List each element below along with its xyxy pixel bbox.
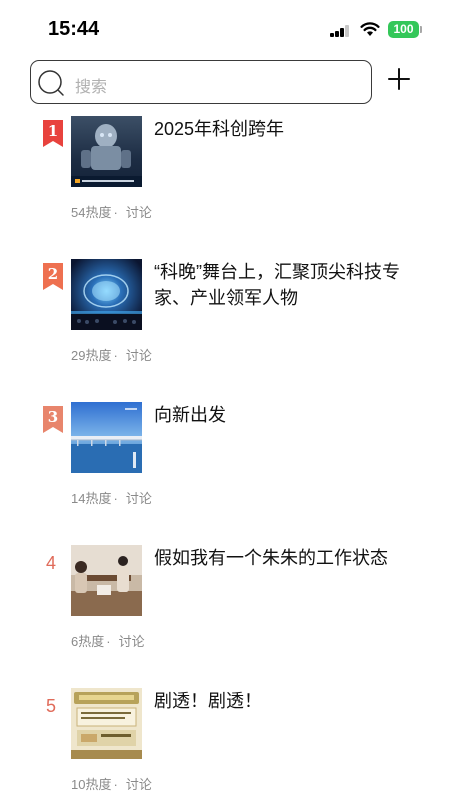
search-icon — [38, 70, 64, 96]
status-bar: 15:44 100 — [0, 0, 450, 56]
list-item[interactable]: 4 假如我有一个朱朱的工作状态 6热度 · 讨论 — [0, 545, 450, 665]
list-item[interactable]: 1 2025年科创跨年 54热度 · 讨论 — [0, 116, 450, 236]
rank-badge: 2 — [43, 263, 63, 290]
heat-count: 29热度 — [71, 348, 112, 363]
meta-separator: · — [113, 777, 118, 792]
status-time: 15:44 — [48, 18, 100, 40]
rank-badge: 1 — [43, 120, 63, 147]
topic-meta: 29热度 · 讨论 — [71, 345, 152, 364]
meta-separator: · — [113, 491, 118, 506]
rank-number: 5 — [46, 696, 57, 716]
topic-title[interactable]: 剧透！剧透！ — [154, 688, 424, 714]
meta-separator: · — [113, 205, 118, 220]
meta-separator: · — [106, 634, 111, 649]
topic-title[interactable]: 2025年科创跨年 — [154, 116, 424, 142]
thumbnail-image — [71, 545, 142, 616]
rank-number: 2 — [47, 265, 59, 283]
topic-title[interactable]: 假如我有一个朱朱的工作状态 — [154, 545, 424, 571]
list-item[interactable]: 2 “科晚”舞台上，汇聚顶尖科技专家、产业领军人物 29热度 · 讨论 — [0, 259, 450, 379]
rank-number: 3 — [47, 408, 59, 426]
discuss-link[interactable]: 讨论 — [126, 205, 152, 220]
battery-icon: 100 — [388, 21, 419, 38]
thumbnail-image — [71, 259, 142, 330]
heat-count: 10热度 — [71, 777, 112, 792]
cellular-signal-icon — [330, 25, 350, 37]
topic-meta: 54热度 · 讨论 — [71, 202, 152, 221]
discuss-link[interactable]: 讨论 — [126, 491, 152, 506]
meta-separator: · — [113, 348, 118, 363]
heat-count: 54热度 — [71, 205, 112, 220]
list-item[interactable]: 3 向新出发 14热度 · 讨论 — [0, 402, 450, 522]
discuss-link[interactable]: 讨论 — [126, 777, 152, 792]
search-input[interactable]: 搜索 — [30, 60, 372, 104]
thumbnail-image — [71, 688, 142, 759]
discuss-link[interactable]: 讨论 — [126, 348, 152, 363]
heat-count: 6热度 — [71, 634, 105, 649]
thumbnail-image — [71, 116, 142, 187]
topic-meta: 10热度 · 讨论 — [71, 774, 152, 793]
wifi-icon — [360, 22, 380, 36]
discuss-link[interactable]: 讨论 — [119, 634, 145, 649]
topic-title[interactable]: “科晚”舞台上，汇聚顶尖科技专家、产业领军人物 — [154, 259, 424, 311]
rank-badge: 3 — [43, 406, 63, 433]
search-placeholder: 搜索 — [75, 79, 108, 96]
add-button[interactable] — [383, 63, 415, 95]
topic-meta: 14热度 · 讨论 — [71, 488, 152, 507]
list-item[interactable]: 5 剧透！剧透！ 10热度 · 讨论 — [0, 688, 450, 800]
battery-cap — [420, 26, 422, 33]
rank-number: 1 — [47, 122, 59, 140]
topic-meta: 6热度 · 讨论 — [71, 631, 145, 650]
rank-number: 4 — [46, 553, 57, 573]
topic-title[interactable]: 向新出发 — [154, 402, 424, 428]
thumbnail-image — [71, 402, 142, 473]
heat-count: 14热度 — [71, 491, 112, 506]
